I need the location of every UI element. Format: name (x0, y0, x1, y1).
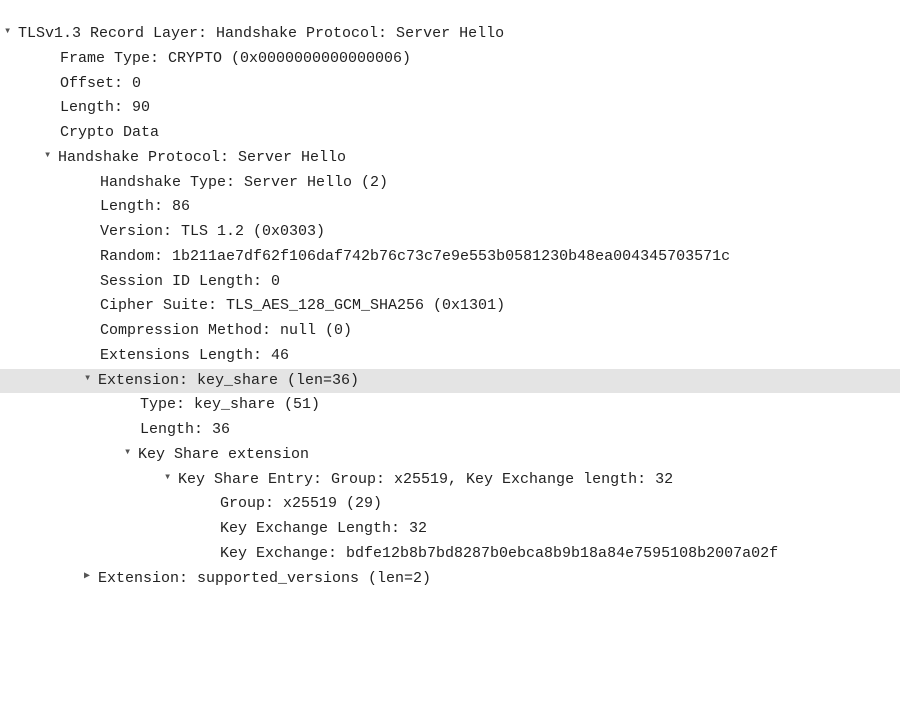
chevron-down-icon[interactable] (164, 468, 178, 488)
extension-key-share[interactable]: Extension: key_share (len=36) (0, 369, 900, 394)
chevron-right-icon[interactable] (84, 567, 98, 586)
row-label: Length: 86 (100, 198, 190, 215)
row-label: Type: key_share (51) (140, 396, 320, 413)
row-label: Key Share extension (138, 446, 309, 463)
cipher-suite[interactable]: Cipher Suite: TLS_AES_128_GCM_SHA256 (0x… (0, 294, 900, 319)
key-exchange-length[interactable]: Key Exchange Length: 32 (0, 517, 900, 542)
row-label: Key Exchange: bdfe12b8b7bd8287b0ebca8b9b… (220, 545, 778, 562)
tls-version[interactable]: Version: TLS 1.2 (0x0303) (0, 220, 900, 245)
session-id-length[interactable]: Session ID Length: 0 (0, 270, 900, 295)
chevron-down-icon[interactable] (44, 146, 58, 166)
random[interactable]: Random: 1b211ae7df62f106daf742b76c73c7e9… (0, 245, 900, 270)
row-label: Extensions Length: 46 (100, 347, 289, 364)
chevron-down-icon[interactable] (4, 22, 18, 42)
row-label: Extension: key_share (len=36) (98, 372, 359, 389)
row-label: Length: 90 (60, 99, 150, 116)
handshake-protocol[interactable]: Handshake Protocol: Server Hello (0, 146, 900, 171)
chevron-down-icon[interactable] (84, 369, 98, 389)
row-label: Crypto Data (60, 124, 159, 141)
row-label: Key Share Entry: Group: x25519, Key Exch… (178, 471, 673, 488)
chevron-down-icon[interactable] (124, 443, 138, 463)
crypto-data[interactable]: Crypto Data (0, 121, 900, 146)
compression-method[interactable]: Compression Method: null (0) (0, 319, 900, 344)
row-label: Compression Method: null (0) (100, 322, 352, 339)
handshake-length[interactable]: Length: 86 (0, 195, 900, 220)
row-label: TLSv1.3 Record Layer: Handshake Protocol… (18, 25, 504, 42)
row-label: Frame Type: CRYPTO (0x0000000000000006) (60, 50, 411, 67)
key-exchange[interactable]: Key Exchange: bdfe12b8b7bd8287b0ebca8b9b… (0, 542, 900, 567)
row-label: Offset: 0 (60, 75, 141, 92)
row-label: Length: 36 (140, 421, 230, 438)
row-label: Version: TLS 1.2 (0x0303) (100, 223, 325, 240)
row-label: Handshake Type: Server Hello (2) (100, 174, 388, 191)
extension-supported-versions[interactable]: Extension: supported_versions (len=2) (0, 567, 900, 592)
row-label: Random: 1b211ae7df62f106daf742b76c73c7e9… (100, 248, 730, 265)
record-length[interactable]: Length: 90 (0, 96, 900, 121)
extensions-length[interactable]: Extensions Length: 46 (0, 344, 900, 369)
key-share-group[interactable]: Group: x25519 (29) (0, 492, 900, 517)
offset[interactable]: Offset: 0 (0, 72, 900, 97)
row-label: Handshake Protocol: Server Hello (58, 149, 346, 166)
key-share-type[interactable]: Type: key_share (51) (0, 393, 900, 418)
key-share-entry[interactable]: Key Share Entry: Group: x25519, Key Exch… (0, 468, 900, 493)
packet-details-tree[interactable]: TLSv1.3 Record Layer: Handshake Protocol… (0, 22, 900, 591)
tls-record-layer[interactable]: TLSv1.3 Record Layer: Handshake Protocol… (0, 22, 900, 47)
key-share-extension[interactable]: Key Share extension (0, 443, 900, 468)
key-share-length[interactable]: Length: 36 (0, 418, 900, 443)
row-label: Extension: supported_versions (len=2) (98, 570, 431, 587)
row-label: Session ID Length: 0 (100, 273, 280, 290)
row-label: Key Exchange Length: 32 (220, 520, 427, 537)
row-label: Cipher Suite: TLS_AES_128_GCM_SHA256 (0x… (100, 297, 505, 314)
row-label: Group: x25519 (29) (220, 495, 382, 512)
handshake-type[interactable]: Handshake Type: Server Hello (2) (0, 171, 900, 196)
frame-type[interactable]: Frame Type: CRYPTO (0x0000000000000006) (0, 47, 900, 72)
